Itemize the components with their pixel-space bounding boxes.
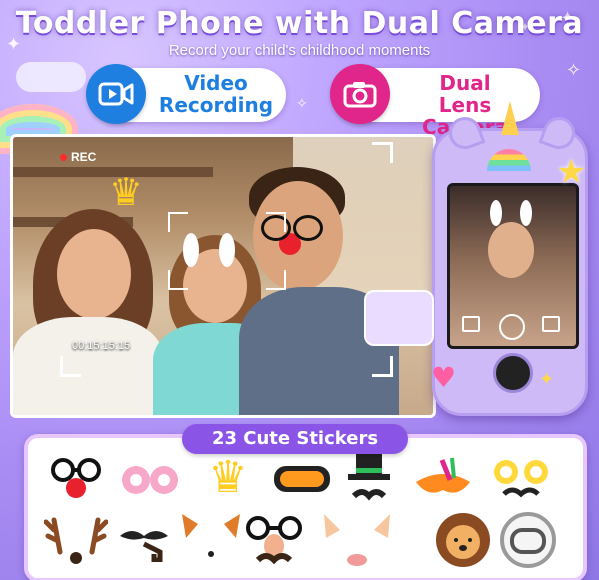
- star-icon: ✧: [296, 96, 308, 112]
- viewfinder-corner: [372, 356, 393, 377]
- star-icon: ★: [556, 152, 587, 192]
- cloud-decoration: [16, 62, 86, 92]
- donut-glasses-sticker: [120, 462, 180, 498]
- phone-screen: [447, 183, 579, 349]
- crown-sticker: ♛: [109, 170, 144, 214]
- mother-shirt: [13, 317, 163, 415]
- page-subtitle: Record your child's childhood moments: [168, 42, 431, 59]
- unicorn-horn: [501, 101, 519, 135]
- screen-face: [488, 222, 534, 278]
- lion-mane-sticker: [434, 510, 492, 570]
- stickers-panel: ♛: [24, 434, 587, 580]
- glasses-nose-mustache-sticker: [242, 516, 306, 570]
- page-title: Toddler Phone with Dual Camera: [15, 6, 584, 41]
- heart-icon: ♥: [431, 361, 457, 394]
- focus-box-corner: [168, 270, 188, 290]
- bunny-ears-sticker: [314, 510, 400, 570]
- record-dot-icon: [60, 153, 67, 161]
- mother-face: [57, 229, 131, 319]
- rec-indicator: REC: [60, 150, 96, 164]
- switch-camera-icon[interactable]: [542, 316, 560, 332]
- home-button[interactable]: [493, 353, 533, 393]
- viewfinder-corner: [60, 356, 81, 377]
- rec-label: REC: [71, 150, 97, 164]
- carnival-mask-sticker: [412, 454, 474, 506]
- focus-box-corner: [266, 212, 286, 232]
- ski-goggles-sticker: [272, 462, 332, 496]
- unicorn-ear: [538, 112, 580, 154]
- chick-glasses-sticker: [490, 456, 552, 506]
- feature-label-line2: Recording: [158, 93, 274, 117]
- stickers-title: 23 Cute Stickers: [182, 424, 408, 454]
- shutter-button[interactable]: [499, 314, 525, 340]
- reindeer-antlers-sticker: [44, 512, 108, 568]
- glasses-clown-nose-sticker: [48, 458, 104, 502]
- star-icon: ✦: [539, 369, 555, 390]
- rainbow-ornament: [487, 149, 531, 171]
- viewfinder-corner: [372, 142, 393, 163]
- feature-video-recording: Video Recording: [86, 64, 286, 124]
- astronaut-helmet-sticker: [498, 510, 558, 570]
- camera-icon: [330, 64, 390, 124]
- product-banner: ✦ ✦ ✧ ✧ ✦ Toddler Phone with Dual Camera…: [0, 0, 599, 580]
- fox-ears-sticker: [176, 510, 246, 570]
- gallery-icon[interactable]: [462, 316, 480, 332]
- timecode: 00:15:15:15: [72, 340, 131, 352]
- bunny-ears-sticker: [179, 233, 239, 267]
- sticker-sheet: [364, 290, 434, 346]
- hat-mustache-sticker: [344, 452, 394, 510]
- star-icon: ✧: [566, 60, 582, 81]
- feature-label-line1: Dual: [439, 71, 491, 95]
- feature-label: Video Recording: [154, 72, 278, 116]
- screen-bunny-ears: [488, 200, 534, 226]
- focus-box-corner: [266, 270, 286, 290]
- focus-box-corner: [168, 212, 188, 232]
- feature-label-line1: Video: [184, 71, 248, 95]
- crown-sticker: ♛: [208, 452, 248, 503]
- video-camera-icon: [86, 64, 146, 124]
- mustache-pipe-sticker: [114, 522, 174, 562]
